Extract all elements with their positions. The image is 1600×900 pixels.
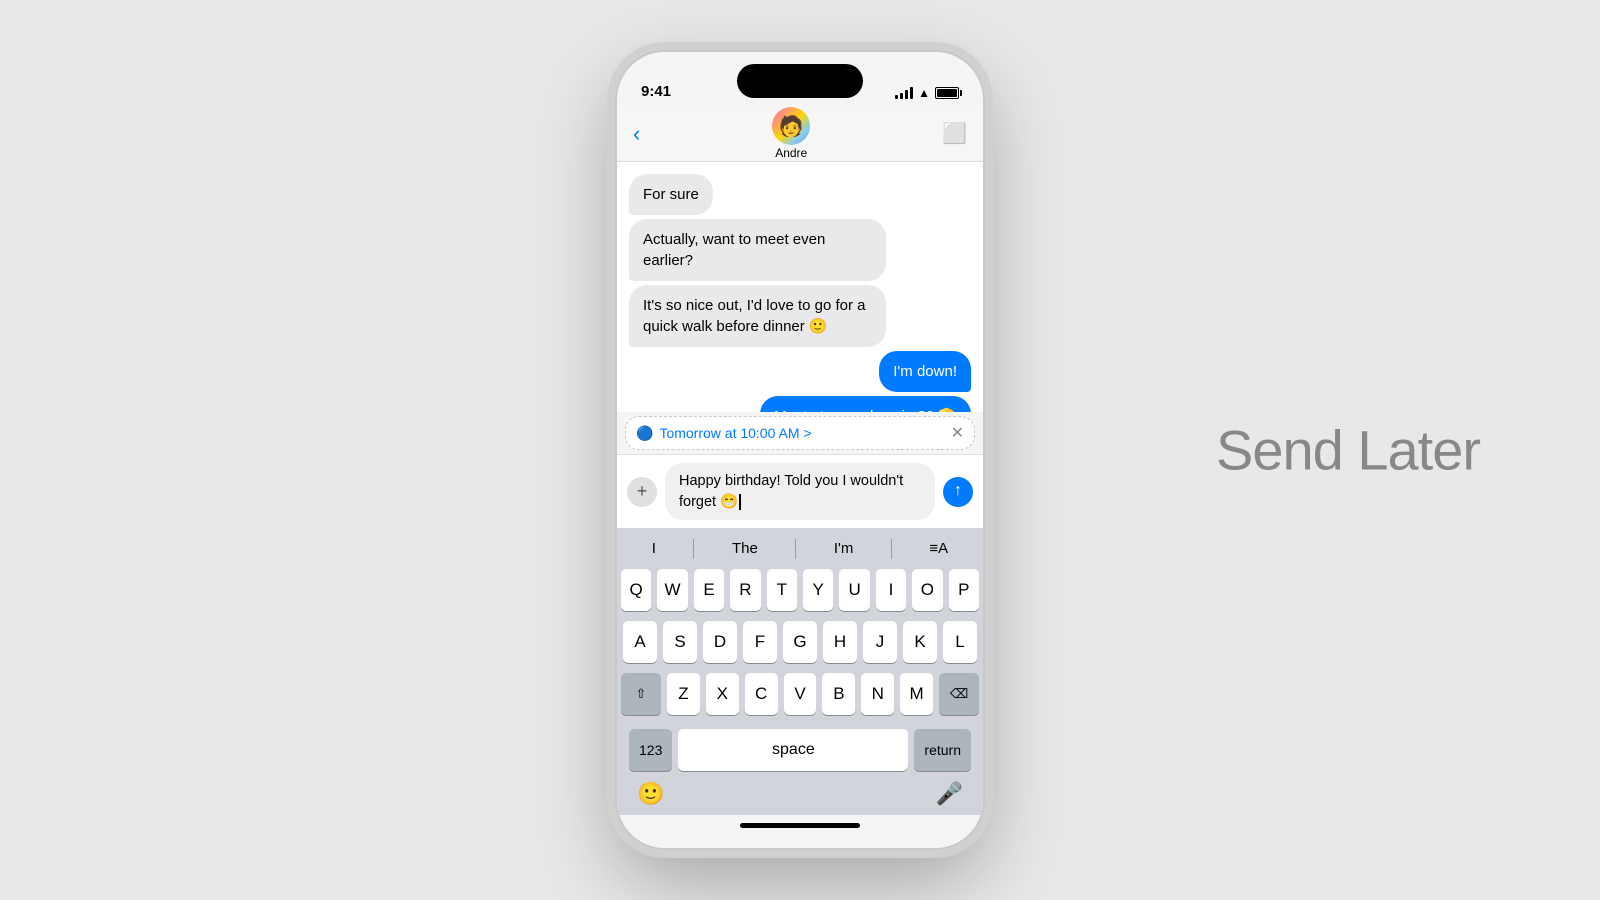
wifi-icon: ▲	[918, 86, 930, 100]
key-k[interactable]: K	[903, 621, 937, 663]
key-x[interactable]: X	[706, 673, 739, 715]
key-s[interactable]: S	[663, 621, 697, 663]
return-key[interactable]: return	[914, 729, 971, 771]
plus-button[interactable]: +	[627, 477, 657, 507]
keyboard-row-2: A S D F G H J K L	[621, 621, 979, 663]
messages-area: For sure Actually, want to meet even ear…	[617, 162, 983, 412]
predictive-word-2[interactable]: The	[724, 536, 766, 561]
page-container: Send Later 9:41 ▲ ‹	[0, 0, 1600, 900]
send-later-banner[interactable]: 🔵 Tomorrow at 10:00 AM > ✕	[625, 416, 975, 450]
key-l[interactable]: L	[943, 621, 977, 663]
dynamic-island	[737, 64, 863, 98]
key-c[interactable]: C	[745, 673, 778, 715]
key-r[interactable]: R	[730, 569, 760, 611]
contact-name: Andre	[775, 146, 807, 160]
key-o[interactable]: O	[912, 569, 942, 611]
keyboard-bottom-bar: 123 space return	[621, 725, 979, 777]
key-z[interactable]: Z	[667, 673, 700, 715]
predictive-more[interactable]: ≡A	[921, 536, 956, 561]
key-a[interactable]: A	[623, 621, 657, 663]
status-icons: ▲	[895, 86, 959, 100]
back-button[interactable]: ‹	[633, 121, 640, 147]
delete-key[interactable]: ⌫	[939, 673, 979, 715]
home-indicator	[740, 823, 860, 828]
key-h[interactable]: H	[823, 621, 857, 663]
message-bubble-5: Meet at your place in 30 🫡	[760, 396, 971, 412]
mic-button[interactable]: 🎤	[936, 781, 963, 807]
calendar-icon: 🔵	[636, 425, 653, 442]
space-key[interactable]: space	[678, 729, 908, 771]
message-bubble-4: I'm down!	[879, 351, 971, 392]
key-g[interactable]: G	[783, 621, 817, 663]
avatar: 🧑	[772, 107, 810, 145]
key-w[interactable]: W	[657, 569, 687, 611]
key-d[interactable]: D	[703, 621, 737, 663]
message-bubble-2: Actually, want to meet even earlier?	[629, 219, 886, 281]
video-call-button[interactable]: ⬜	[942, 121, 967, 146]
key-e[interactable]: E	[694, 569, 724, 611]
key-u[interactable]: U	[839, 569, 869, 611]
message-bubble-3: It's so nice out, I'd love to go for a q…	[629, 285, 886, 347]
message-input[interactable]: Happy birthday! Told you I wouldn't forg…	[665, 463, 935, 520]
predictive-bar: I The I'm ≡A	[621, 536, 979, 569]
key-n[interactable]: N	[861, 673, 894, 715]
send-button[interactable]: ↑	[943, 477, 973, 507]
send-later-label: Send Later	[1216, 418, 1480, 483]
key-f[interactable]: F	[743, 621, 777, 663]
message-bubble-1: For sure	[629, 174, 713, 215]
keyboard: I The I'm ≡A Q W E R T Y U I O P	[617, 528, 983, 815]
key-t[interactable]: T	[767, 569, 797, 611]
key-i[interactable]: I	[876, 569, 906, 611]
key-p[interactable]: P	[949, 569, 979, 611]
predictive-word-3[interactable]: I'm	[826, 536, 862, 561]
key-v[interactable]: V	[784, 673, 817, 715]
num-key[interactable]: 123	[629, 729, 672, 771]
keyboard-row-1: Q W E R T Y U I O P	[621, 569, 979, 611]
predictive-word-1[interactable]: I	[644, 536, 664, 561]
battery-icon	[935, 87, 959, 99]
key-j[interactable]: J	[863, 621, 897, 663]
close-banner-button[interactable]: ✕	[951, 423, 964, 443]
key-y[interactable]: Y	[803, 569, 833, 611]
send-later-time[interactable]: 🔵 Tomorrow at 10:00 AM >	[636, 425, 812, 442]
signal-bars-icon	[895, 87, 913, 99]
key-b[interactable]: B	[822, 673, 855, 715]
send-arrow-icon: ↑	[954, 483, 962, 499]
status-time: 9:41	[641, 83, 671, 100]
key-m[interactable]: M	[900, 673, 933, 715]
input-area: + Happy birthday! Told you I wouldn't fo…	[617, 454, 983, 528]
emoji-button[interactable]: 🙂	[637, 781, 664, 807]
nav-center[interactable]: 🧑 Andre	[772, 107, 810, 160]
key-q[interactable]: Q	[621, 569, 651, 611]
shift-key[interactable]: ⇧	[621, 673, 661, 715]
phone-shell: 9:41 ▲ ‹ 🧑 Andre ⬜	[615, 50, 985, 850]
keyboard-row-3: ⇧ Z X C V B N M ⌫	[621, 673, 979, 715]
nav-bar: ‹ 🧑 Andre ⬜	[617, 106, 983, 162]
